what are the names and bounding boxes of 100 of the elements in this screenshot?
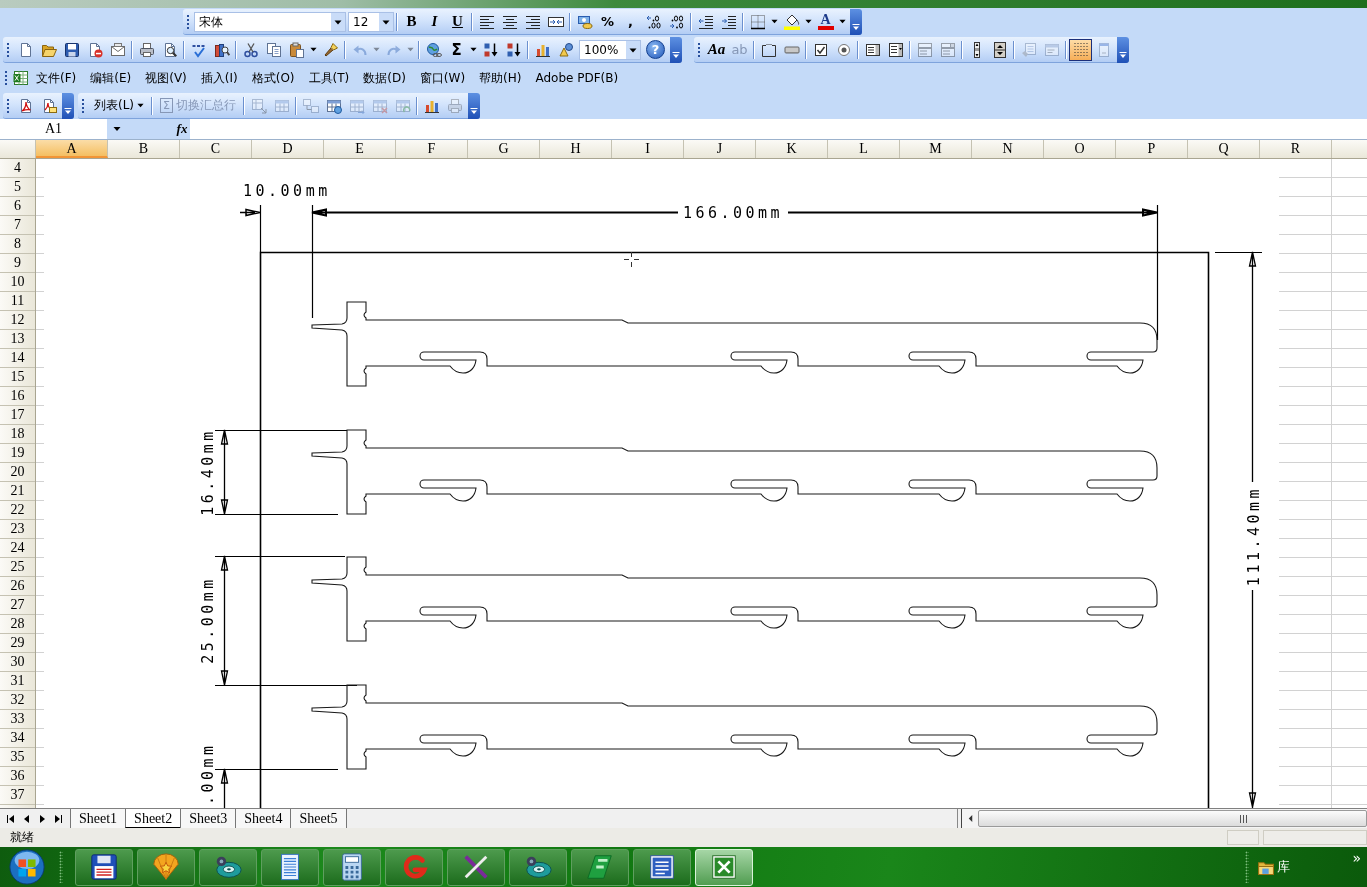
row-header[interactable]: 20 <box>0 463 35 482</box>
name-box[interactable]: A1 <box>0 119 107 139</box>
toolbar-options-button[interactable] <box>670 36 682 63</box>
row-header[interactable]: 8 <box>0 235 35 254</box>
row-header[interactable]: 21 <box>0 482 35 501</box>
row-header[interactable]: 31 <box>0 672 35 691</box>
column-header[interactable]: Q <box>1188 140 1260 158</box>
font-size-dropdown[interactable]: 12 <box>348 11 394 32</box>
column-header[interactable]: M <box>900 140 972 158</box>
row-header[interactable]: 14 <box>0 349 35 368</box>
column-header[interactable]: F <box>396 140 468 158</box>
grip-handle[interactable] <box>697 41 702 58</box>
row-header[interactable]: 23 <box>0 520 35 539</box>
menu-item[interactable]: Adobe PDF(B) <box>528 67 626 89</box>
row-header[interactable]: 35 <box>0 748 35 767</box>
toolbar-options-button[interactable] <box>1117 36 1129 63</box>
column-header[interactable]: R <box>1260 140 1332 158</box>
comma-button[interactable]: , <box>619 10 642 33</box>
toolbar-options-button[interactable] <box>850 8 862 35</box>
row-header[interactable]: 12 <box>0 311 35 330</box>
start-button[interactable] <box>7 848 47 886</box>
row-header[interactable]: 6 <box>0 197 35 216</box>
show-more-button[interactable]: » <box>1352 850 1361 866</box>
sheet-tab[interactable]: Sheet2 <box>125 809 182 828</box>
row-header[interactable]: 9 <box>0 254 35 273</box>
row-header[interactable]: 17 <box>0 406 35 425</box>
row-header[interactable]: 18 <box>0 425 35 444</box>
column-header[interactable]: L <box>828 140 900 158</box>
row-header[interactable]: 28 <box>0 615 35 634</box>
menu-item[interactable]: 编辑(E) <box>83 67 139 89</box>
toolbar-options-button[interactable] <box>468 92 480 119</box>
taskbar-button[interactable] <box>633 848 691 886</box>
row-header[interactable]: 13 <box>0 330 35 349</box>
menu-item[interactable]: 数据(D) <box>356 67 413 89</box>
grip-handle[interactable] <box>81 97 86 114</box>
font-color-button[interactable]: A <box>814 10 837 33</box>
sheet-tab[interactable]: Sheet1 <box>70 809 127 828</box>
row-header[interactable]: 10 <box>0 273 35 292</box>
menu-item[interactable]: 格式(O) <box>244 67 302 89</box>
row-header[interactable]: 29 <box>0 634 35 653</box>
column-header[interactable]: N <box>972 140 1044 158</box>
taskbar-button[interactable] <box>323 848 381 886</box>
label-tool-button[interactable]: Aa <box>705 38 728 61</box>
menu-item[interactable]: 工具(T) <box>301 67 357 89</box>
column-header[interactable]: G <box>468 140 540 158</box>
row-header[interactable]: 15 <box>0 368 35 387</box>
spreadsheet-icon[interactable] <box>13 70 29 86</box>
menu-item[interactable]: 窗口(W) <box>412 67 473 89</box>
column-header[interactable]: O <box>1044 140 1116 158</box>
grip-handle[interactable] <box>6 41 11 58</box>
sheet-tab[interactable]: Sheet3 <box>180 809 237 828</box>
taskbar-button[interactable] <box>75 848 133 886</box>
row-header[interactable]: 36 <box>0 767 35 786</box>
toolbar-options-button[interactable] <box>62 92 74 119</box>
column-header[interactable]: I <box>612 140 684 158</box>
font-name-dropdown[interactable]: 宋体 <box>194 11 346 32</box>
row-header[interactable]: 30 <box>0 653 35 672</box>
row-header[interactable]: 11 <box>0 292 35 311</box>
row-header[interactable]: 33 <box>0 710 35 729</box>
insert-function-button[interactable]: fx <box>173 119 191 139</box>
column-header[interactable]: J <box>684 140 756 158</box>
tab-split-handle[interactable] <box>957 809 962 828</box>
sheet-tab[interactable]: Sheet5 <box>290 809 347 828</box>
toggle-grid-tool-button[interactable] <box>1069 38 1092 61</box>
column-header[interactable]: H <box>540 140 612 158</box>
column-header[interactable]: P <box>1116 140 1188 158</box>
row-header[interactable]: 32 <box>0 691 35 710</box>
list-menu-button[interactable]: 列表(L) <box>89 94 150 117</box>
row-header[interactable]: 37 <box>0 786 35 805</box>
grip-handle[interactable] <box>1245 851 1250 883</box>
formula-input-field[interactable] <box>190 119 1367 139</box>
menu-item[interactable]: 插入(I) <box>193 67 245 89</box>
column-header[interactable]: A <box>36 140 108 158</box>
grip-handle[interactable] <box>6 97 11 114</box>
underline-button[interactable]: U <box>446 10 469 33</box>
italic-button[interactable]: I <box>423 10 446 33</box>
taskbar-button[interactable] <box>261 848 319 886</box>
row-header[interactable]: 24 <box>0 539 35 558</box>
percent-button[interactable]: % <box>596 10 619 33</box>
column-header[interactable]: B <box>108 140 180 158</box>
row-header[interactable]: 25 <box>0 558 35 577</box>
menu-item[interactable]: 视图(V) <box>138 67 194 89</box>
grip-handle[interactable] <box>59 851 63 883</box>
row-header[interactable]: 26 <box>0 577 35 596</box>
column-header[interactable]: K <box>756 140 828 158</box>
column-header[interactable]: E <box>324 140 396 158</box>
row-header[interactable]: 7 <box>0 216 35 235</box>
menu-item[interactable]: 帮助(H) <box>472 67 529 89</box>
library-toolbar-button[interactable]: 库 <box>1257 858 1291 876</box>
sum-button[interactable]: Σ <box>445 38 468 61</box>
column-header[interactable]: C <box>180 140 252 158</box>
taskbar-button[interactable] <box>447 848 505 886</box>
grip-handle[interactable] <box>186 13 191 30</box>
row-header[interactable]: 16 <box>0 387 35 406</box>
row-header[interactable]: 27 <box>0 596 35 615</box>
row-header[interactable]: 19 <box>0 444 35 463</box>
menu-item[interactable]: 文件(F) <box>29 67 84 89</box>
row-header[interactable]: 22 <box>0 501 35 520</box>
row-header[interactable]: 34 <box>0 729 35 748</box>
bold-button[interactable]: B <box>400 10 423 33</box>
